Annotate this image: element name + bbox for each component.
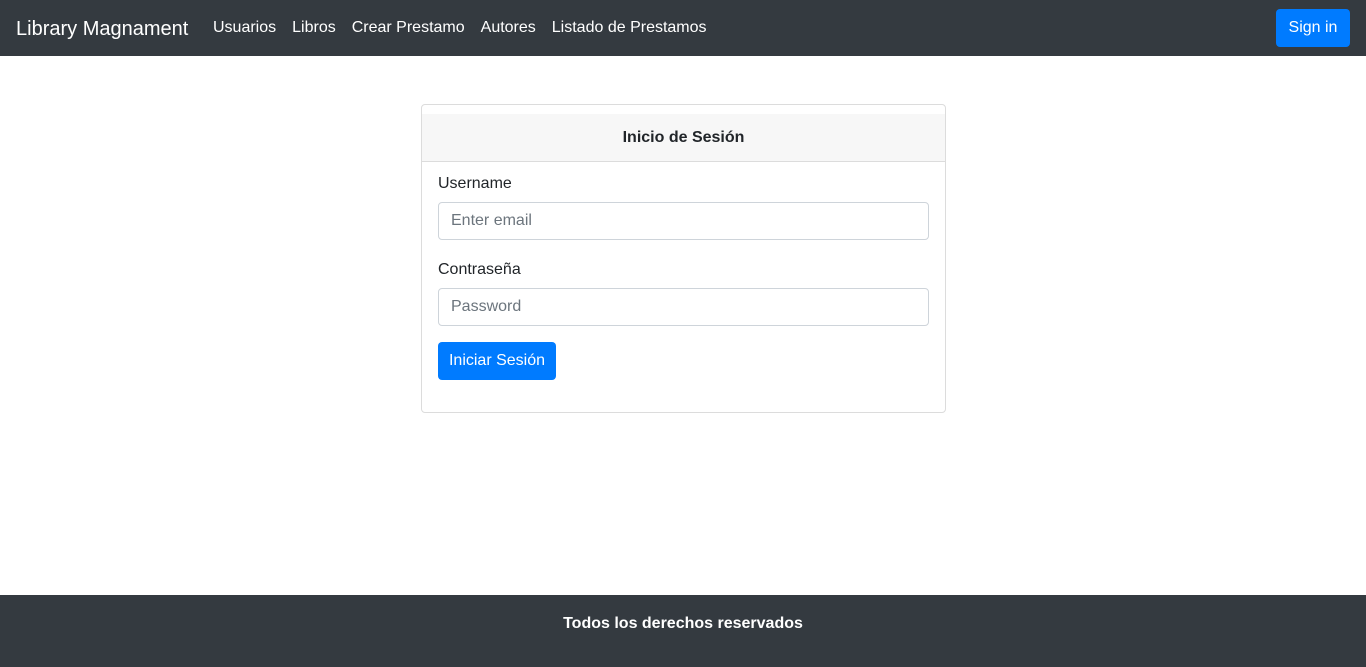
login-submit-button[interactable]: Iniciar Sesión — [438, 342, 556, 380]
login-card: Inicio de Sesión Username Contraseña Ini… — [421, 104, 946, 413]
top-navbar: Library Magnament Usuarios Libros Crear … — [0, 0, 1366, 56]
nav-link-usuarios[interactable]: Usuarios — [205, 18, 284, 38]
nav-link-autores[interactable]: Autores — [473, 18, 544, 38]
footer-text: Todos los derechos reservados — [563, 615, 803, 632]
username-input[interactable] — [438, 202, 929, 240]
nav-link-libros[interactable]: Libros — [284, 18, 344, 38]
nav-link-crear-prestamo[interactable]: Crear Prestamo — [344, 18, 473, 38]
nav-links: Usuarios Libros Crear Prestamo Autores L… — [205, 18, 715, 38]
nav-link-listado-prestamos[interactable]: Listado de Prestamos — [544, 18, 715, 38]
password-label: Contraseña — [438, 261, 521, 278]
password-input[interactable] — [438, 288, 929, 326]
navbar-brand[interactable]: Library Magnament — [16, 17, 188, 41]
page-footer: Todos los derechos reservados — [0, 595, 1366, 667]
username-label: Username — [438, 175, 512, 192]
login-card-title: Inicio de Sesión — [422, 114, 945, 162]
sign-in-button[interactable]: Sign in — [1276, 9, 1350, 47]
